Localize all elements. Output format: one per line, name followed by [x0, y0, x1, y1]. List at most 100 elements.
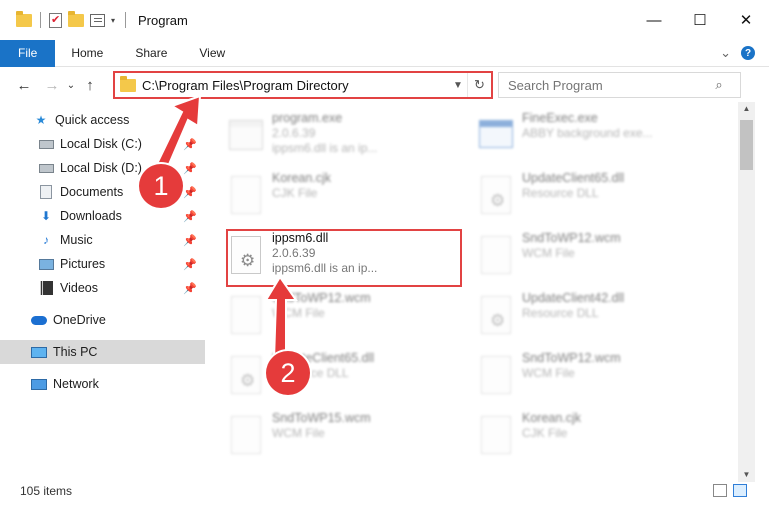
sidebar-item-label: Downloads — [60, 209, 122, 223]
quick-access-toolbar: ▾ Program — [0, 10, 188, 28]
view-switcher — [713, 484, 747, 497]
file-name: program.exe — [272, 111, 343, 125]
file-icon — [226, 292, 266, 340]
file-item[interactable]: FineExec.exe ABBY background exe... — [476, 110, 716, 166]
sidebar-item-local-disk-c[interactable]: Local Disk (C:) 📌 — [0, 132, 205, 156]
sidebar-item-quick-access[interactable]: ★ Quick access — [0, 108, 205, 132]
file-item[interactable]: program.exe 2.0.6.39 ippsm6.dll is an ip… — [226, 110, 466, 166]
sidebar-item-label: Local Disk (D:) — [60, 161, 142, 175]
recent-locations-button[interactable]: ⌄ — [64, 80, 78, 91]
file-item[interactable]: ⚙ UpdateClient42.dll Resource DLL — [476, 290, 716, 346]
sidebar-item-label: Videos — [60, 281, 98, 295]
file-name: UpdateClient42.dll — [522, 291, 625, 305]
computer-icon — [31, 345, 47, 359]
customize-toolbar-icon[interactable]: ▾ — [111, 16, 115, 25]
title-divider — [125, 12, 127, 28]
forward-button[interactable]: → — [40, 77, 64, 94]
refresh-button[interactable]: ↻ — [467, 73, 491, 97]
scrollbar-thumb[interactable] — [740, 120, 753, 170]
file-type: WCM File — [272, 306, 325, 320]
exe-icon — [476, 112, 516, 160]
sidebar-item-label: Local Disk (C:) — [60, 137, 142, 151]
sidebar-item-label: Quick access — [55, 113, 130, 127]
file-type: CJK File — [272, 186, 318, 200]
file-item[interactable]: SndToWP12.wcm WCM File — [476, 230, 716, 286]
pin-icon[interactable]: 📌 — [183, 162, 197, 175]
tab-share[interactable]: Share — [119, 40, 183, 67]
file-name: FineExec.exe — [522, 111, 598, 125]
file-type: Resource DLL — [522, 306, 599, 320]
vertical-scrollbar[interactable]: ▲ ▼ — [738, 102, 755, 482]
sidebar-item-pictures[interactable]: Pictures 📌 — [0, 252, 205, 276]
chevron-down-icon[interactable]: ▼ — [449, 80, 467, 91]
file-item[interactable]: ⚙ UpdateClient65.dll Resource DLL — [226, 350, 466, 406]
sidebar-item-videos[interactable]: Videos 📌 — [0, 276, 205, 300]
sidebar-item-onedrive[interactable]: OneDrive — [0, 308, 205, 332]
maximize-button[interactable]: ☐ — [677, 0, 723, 40]
file-item[interactable]: SndToWP12.wcm WCM File — [476, 350, 716, 406]
tab-file[interactable]: File — [0, 39, 56, 67]
minimize-button[interactable]: — — [631, 0, 677, 40]
file-type: WCM File — [522, 246, 575, 260]
onedrive-icon — [31, 313, 47, 327]
file-icon — [226, 412, 266, 460]
sidebar-item-this-pc[interactable]: This PC — [0, 340, 205, 364]
toolbar-divider — [40, 12, 41, 28]
file-type: CJK File — [522, 426, 568, 440]
pin-icon[interactable]: 📌 — [183, 210, 197, 223]
step-1-badge: 1 — [139, 164, 183, 208]
address-bar[interactable]: C:\Program Files\Program Directory ▼ ↻ — [113, 71, 493, 99]
title-bar: ▾ Program — ☐ ✕ — [0, 0, 769, 40]
exe-icon — [226, 112, 266, 160]
dll-gear-icon: ⚙ — [226, 352, 266, 400]
music-icon: ♪ — [43, 233, 49, 247]
details-view-icon[interactable] — [713, 484, 727, 497]
file-name: SndToWP12.wcm — [522, 231, 621, 245]
pin-icon[interactable]: 📌 — [183, 234, 197, 247]
search-box[interactable]: ⌕ — [498, 72, 741, 98]
search-icon[interactable]: ⌕ — [709, 77, 729, 93]
file-item[interactable]: SndToWP12.wcm WCM File — [226, 290, 466, 346]
file-type: WCM File — [272, 426, 325, 440]
sidebar-item-label: Music — [60, 233, 93, 247]
expand-ribbon-icon[interactable]: ⌄ — [720, 45, 731, 61]
documents-icon — [38, 185, 54, 199]
sidebar-item-music[interactable]: ♪ Music 📌 — [0, 228, 205, 252]
scroll-up-icon[interactable]: ▲ — [738, 102, 755, 116]
sidebar-item-label: This PC — [53, 345, 98, 359]
network-icon — [31, 377, 47, 391]
file-icon — [226, 172, 266, 220]
address-path[interactable]: C:\Program Files\Program Directory — [142, 78, 449, 93]
new-folder-icon[interactable] — [68, 10, 84, 27]
drive-icon — [38, 137, 54, 151]
drive-icon — [38, 161, 54, 175]
sidebar-item-downloads[interactable]: ⬇ Downloads 📌 — [0, 204, 205, 228]
file-item[interactable]: Korean.cjk CJK File — [476, 410, 716, 466]
pin-icon[interactable]: 📌 — [183, 282, 197, 295]
tab-view[interactable]: View — [183, 40, 241, 67]
sidebar-item-label: Documents — [60, 185, 124, 199]
search-input[interactable] — [499, 77, 709, 93]
pin-icon[interactable]: 📌 — [183, 258, 197, 271]
help-icon[interactable]: ? — [741, 46, 755, 60]
window-title: Program — [138, 12, 188, 28]
pin-icon[interactable]: 📌 — [183, 138, 197, 151]
pin-icon[interactable]: 📌 — [183, 186, 197, 199]
window-controls: — ☐ ✕ — [631, 0, 769, 40]
tiles-view-icon[interactable] — [733, 484, 747, 497]
close-button[interactable]: ✕ — [723, 0, 769, 40]
file-item[interactable]: ⚙ UpdateClient65.dll Resource DLL — [476, 170, 716, 226]
download-icon: ⬇ — [40, 209, 52, 223]
up-button[interactable]: ↑ — [78, 77, 102, 94]
file-name: SndToWP12.wcm — [522, 351, 621, 365]
highlight-box — [226, 229, 462, 287]
file-name: UpdateClient65.dll — [522, 171, 625, 185]
back-button[interactable]: ← — [12, 77, 36, 94]
sidebar-item-network[interactable]: Network — [0, 372, 205, 396]
file-item[interactable]: SndToWP15.wcm WCM File — [226, 410, 466, 466]
view-icon[interactable] — [90, 13, 105, 27]
file-item[interactable]: Korean.cjk CJK File — [226, 170, 466, 226]
tab-home[interactable]: Home — [55, 40, 119, 67]
file-description: ippsm6.dll is an ip... — [272, 141, 378, 155]
properties-icon[interactable] — [49, 12, 62, 28]
